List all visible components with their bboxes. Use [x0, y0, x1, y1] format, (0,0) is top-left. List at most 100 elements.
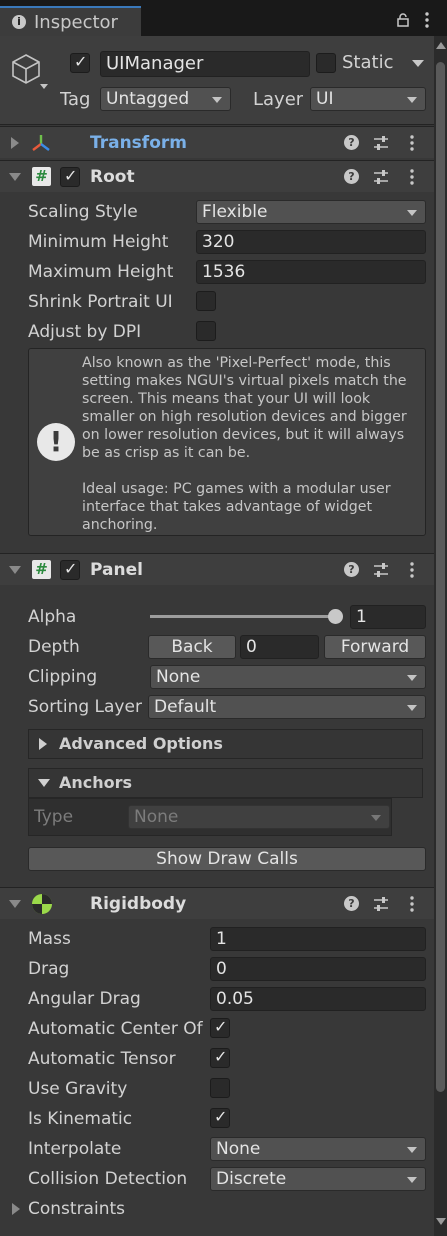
inspector-tab[interactable]: i Inspector: [0, 6, 141, 36]
chevron-down-icon: [407, 1177, 417, 1183]
anchors-body: Type None: [28, 798, 392, 836]
interpolate-dropdown[interactable]: None: [210, 1137, 426, 1161]
help-icon[interactable]: ?: [344, 562, 359, 577]
scroll-down-arrow-icon[interactable]: [436, 1218, 446, 1225]
component-menu-icon[interactable]: [409, 135, 415, 156]
layer-label: Layer: [253, 89, 304, 110]
shrink-portrait-checkbox[interactable]: [196, 291, 216, 311]
help-box: ! Also known as the 'Pixel-Perfect' mode…: [28, 348, 426, 536]
lock-icon[interactable]: [396, 12, 410, 27]
static-dropdown-arrow-icon[interactable]: [412, 60, 424, 67]
depth-back-button[interactable]: Back: [148, 635, 236, 659]
gameobject-header: UIManager Static Tag Untagged Layer UI: [0, 36, 434, 125]
scaling-style-dropdown[interactable]: Flexible: [196, 200, 426, 224]
static-checkbox[interactable]: [316, 53, 336, 73]
show-draw-calls-button[interactable]: Show Draw Calls: [28, 847, 426, 871]
transform-component-header[interactable]: Transform ?: [0, 126, 434, 158]
depth-field[interactable]: 0: [240, 635, 319, 659]
alpha-field[interactable]: 1: [350, 605, 426, 629]
alpha-label: Alpha: [28, 607, 77, 627]
chevron-down-icon: [407, 97, 417, 103]
scrollbar-thumb[interactable]: [436, 62, 445, 1092]
preset-sliders-icon[interactable]: [373, 169, 389, 190]
help-icon[interactable]: ?: [344, 896, 359, 911]
foldout-expanded-icon[interactable]: [9, 900, 21, 908]
gameobject-name-field[interactable]: UIManager: [100, 51, 310, 77]
tag-dropdown[interactable]: Untagged: [100, 87, 231, 111]
foldout-expanded-icon: [38, 779, 50, 787]
root-enabled-checkbox[interactable]: [60, 166, 80, 187]
component-menu-icon[interactable]: [409, 896, 415, 917]
chevron-down-icon: [407, 705, 417, 711]
foldout-expanded-icon[interactable]: [9, 566, 21, 574]
angular-drag-field[interactable]: 0.05: [210, 987, 426, 1011]
collision-detection-dropdown[interactable]: Discrete: [210, 1167, 426, 1191]
help-icon[interactable]: ?: [344, 169, 359, 184]
chevron-down-icon: [212, 97, 222, 103]
panel-component-header[interactable]: # Panel ?: [0, 553, 434, 585]
automatic-tensor-label: Automatic Tensor: [28, 1049, 176, 1069]
help-line: setting makes NGUI's virtual pixels matc…: [82, 373, 407, 389]
alpha-slider-track[interactable]: [150, 615, 336, 618]
help-line: screen. This means that your UI will loo…: [82, 391, 371, 407]
foldout-collapsed-icon: [39, 738, 47, 750]
gameobject-cube-icon[interactable]: [10, 52, 50, 97]
mass-field[interactable]: 1: [210, 927, 426, 951]
help-line: [82, 462, 420, 480]
rigidbody-component-header[interactable]: Rigidbody ?: [0, 887, 434, 919]
shrink-portrait-label: Shrink Portrait UI: [28, 292, 173, 312]
layer-dropdown-value: UI: [316, 89, 334, 109]
chevron-down-icon: [407, 675, 417, 681]
is-kinematic-checkbox[interactable]: [210, 1107, 230, 1128]
anchors-foldout[interactable]: Anchors: [28, 768, 423, 798]
gameobject-active-checkbox[interactable]: [70, 52, 90, 73]
drag-field[interactable]: 0: [210, 957, 426, 981]
preset-sliders-icon[interactable]: [373, 896, 389, 917]
panel-enabled-checkbox[interactable]: [60, 559, 80, 580]
kebab-menu-icon[interactable]: [424, 12, 430, 33]
static-label: Static: [342, 52, 394, 73]
panel-title: Panel: [90, 560, 143, 580]
adjust-by-dpi-checkbox[interactable]: [196, 321, 216, 341]
help-line: on lower resolution devices, but it will…: [82, 427, 405, 443]
scaling-style-value: Flexible: [202, 202, 268, 222]
advanced-options-foldout[interactable]: Advanced Options: [28, 729, 423, 759]
preset-sliders-icon[interactable]: [373, 135, 389, 156]
chevron-down-icon: [371, 815, 381, 821]
rigidbody-title: Rigidbody: [90, 894, 187, 914]
minimum-height-field[interactable]: 320: [196, 230, 426, 254]
anchors-type-value: None: [134, 807, 179, 827]
script-hash-icon: #: [32, 560, 51, 579]
constraints-foldout[interactable]: Constraints: [0, 1197, 300, 1221]
component-menu-icon[interactable]: [409, 562, 415, 583]
automatic-center-of-mass-checkbox[interactable]: [210, 1017, 230, 1038]
collision-detection-label: Collision Detection: [28, 1169, 188, 1189]
root-component-header[interactable]: # Root ?: [0, 160, 434, 192]
foldout-expanded-icon[interactable]: [9, 173, 21, 181]
clipping-dropdown[interactable]: None: [150, 665, 426, 689]
component-menu-icon[interactable]: [409, 169, 415, 190]
sorting-layer-dropdown[interactable]: Default: [148, 695, 426, 719]
adjust-by-dpi-label: Adjust by DPI: [28, 322, 142, 342]
drag-label: Drag: [28, 959, 70, 979]
minimum-height-label: Minimum Height: [28, 232, 169, 252]
collision-detection-value: Discrete: [216, 1169, 287, 1189]
foldout-collapsed-icon[interactable]: [11, 137, 19, 149]
alpha-slider-knob[interactable]: [328, 609, 343, 624]
depth-forward-button[interactable]: Forward: [324, 635, 426, 659]
mass-label: Mass: [28, 929, 71, 949]
help-icon[interactable]: ?: [344, 135, 359, 150]
scroll-up-arrow-icon[interactable]: [436, 42, 446, 49]
anchors-type-dropdown: None: [128, 805, 390, 829]
help-text: Also known as the 'Pixel-Perfect' mode, …: [82, 354, 420, 534]
use-gravity-label: Use Gravity: [28, 1079, 128, 1099]
use-gravity-checkbox[interactable]: [210, 1078, 230, 1098]
layer-dropdown[interactable]: UI: [310, 87, 426, 111]
maximum-height-field[interactable]: 1536: [196, 260, 426, 284]
sorting-layer-label: Sorting Layer: [28, 697, 142, 717]
preset-sliders-icon[interactable]: [373, 562, 389, 583]
constraints-label: Constraints: [28, 1199, 125, 1219]
help-line: Ideal usage: PC games with a modular use…: [82, 481, 391, 497]
help-line: smaller on high resolution devices and b…: [82, 409, 407, 425]
automatic-tensor-checkbox[interactable]: [210, 1047, 230, 1068]
